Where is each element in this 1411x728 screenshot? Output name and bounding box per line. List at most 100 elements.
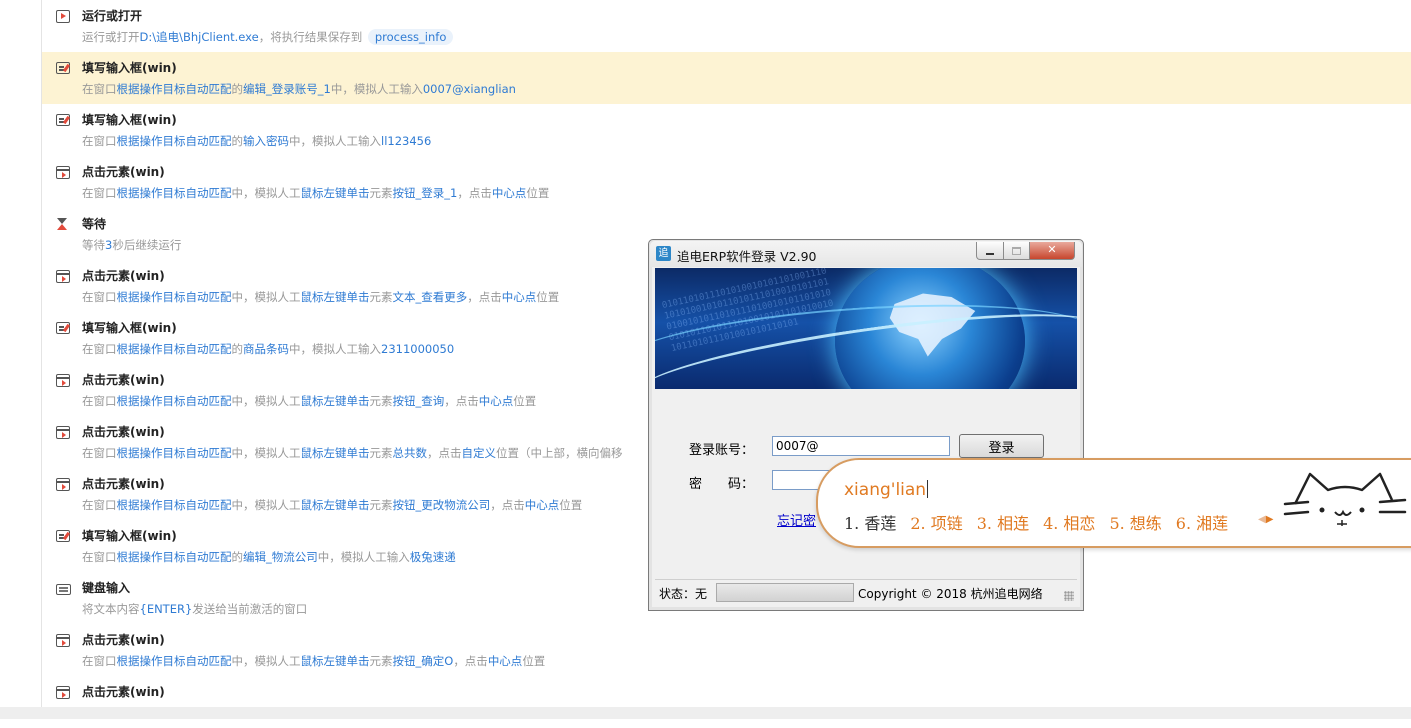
click-element-icon [56,270,72,284]
edit-input-icon [56,114,72,128]
step-text: 等待 [82,238,105,252]
maximize-button[interactable] [1003,242,1030,260]
step-param: 根据操作目标自动匹配 [116,342,232,356]
step-text: ，将执行结果保存到 [258,30,366,44]
step-param: 中心点 [478,394,514,408]
step-param: 根据操作目标自动匹配 [116,550,232,564]
result-variable-pill[interactable]: process_info [367,29,454,45]
step-title: 填写输入框(win) [82,529,177,543]
step-param: 按钮_更改物流公司 [392,498,491,512]
step-param: 根据操作目标自动匹配 [116,134,232,148]
step-title: 等待 [82,217,107,231]
step-description: 在窗口根据操作目标自动匹配的编辑_登录账号_1中，模拟人工输入0007@xian… [82,81,516,97]
login-banner-image: 0101101011101010010101101001110101010010… [655,268,1077,389]
step-param: 根据操作目标自动匹配 [116,446,232,460]
step-param: 2311000050 [381,342,455,356]
step-text: 中，模拟人工 [231,186,301,200]
step-param: ll123456 [381,134,432,148]
step-description: 在窗口根据操作目标自动匹配的输入密码中，模拟人工输入ll123456 [82,133,431,149]
step-text: 位置 [522,654,546,668]
dialog-title: 追电ERP软件登录 V2.90 [677,249,817,264]
ime-composition: xiang'lian [844,480,929,500]
dialog-titlebar[interactable]: 追 追电ERP软件登录 V2.90 [650,241,1082,267]
step-text: 元素 [369,498,393,512]
step-param: 编辑_登录账号_1 [243,82,331,96]
ime-candidate[interactable]: 1. 香莲 [844,510,896,534]
flow-step[interactable]: 填写输入框(win) 在窗口根据操作目标自动匹配的编辑_登录账号_1中，模拟人工输… [42,52,1411,104]
edit-input-icon [56,322,72,336]
step-param: 中心点 [487,654,523,668]
step-param: 按钮_查询 [392,394,445,408]
ime-candidate-window: xiang'lian 1. 香莲 2. 项链 3. 相连 4. 相恋 5. 想练 6. 湘… [816,458,1411,548]
step-description: 在窗口根据操作目标自动匹配中，模拟人工鼠标左键单击元素按钮_更改物流公司，点击中… [82,497,582,513]
step-param: 编辑_物流公司 [243,550,318,564]
step-description: 在窗口根据操作目标自动匹配中，模拟人工鼠标左键单击元素文本_查看更多，点击中心点… [82,289,559,305]
step-title: 填写输入框(win) [82,113,177,127]
step-param: 商品条码 [243,342,289,356]
password-label: 密 码： [689,477,755,492]
click-element-icon [56,686,72,700]
edit-input-icon [56,530,72,544]
ime-candidate[interactable]: 6. 湘莲 [1176,510,1228,534]
step-text: 中，模拟人工 [231,394,301,408]
copyright-text: Copyright © 2018 杭州追电网络 [858,587,1043,601]
step-text: 运行或打开 [82,30,140,44]
step-param: 按钮_登录_1 [392,186,458,200]
flow-step[interactable]: 运行或打开 运行或打开D:\追电\BhjClient.exe，将执行结果保存到 p… [42,0,1411,52]
step-text: 位置 [513,394,537,408]
flow-step[interactable]: 点击元素(win) 在窗口根据操作目标自动匹配中，模拟人工鼠标左键单击元素按钮_确… [42,624,1411,676]
step-text: 元素 [369,394,393,408]
ime-prev-page-icon[interactable]: ◀ [1258,514,1266,525]
step-description: 将文本内容{ENTER}发送给当前激活的窗口 [82,601,307,617]
step-text: 将文本内容 [82,602,140,616]
step-param: 根据操作目标自动匹配 [116,82,232,96]
step-text: 的 [231,134,244,148]
ime-next-page-icon[interactable]: ▶ [1266,514,1274,525]
ime-page-nav: ◀▶ [1258,514,1273,525]
step-text: 在窗口 [82,446,117,460]
ime-candidate-list: 1. 香莲 2. 项链 3. 相连 4. 相恋 5. 想练 6. 湘莲 [844,510,1242,534]
step-text: 的 [231,82,244,96]
click-element-icon [56,634,72,648]
flow-step[interactable]: 填写输入框(win) 在窗口根据操作目标自动匹配的输入密码中，模拟人工输入ll12… [42,104,1411,156]
account-input[interactable] [772,436,950,456]
login-dialog: 追 追电ERP软件登录 V2.90 0101101011101010010101… [648,239,1084,611]
step-param: 中心点 [501,290,537,304]
ime-candidate[interactable]: 3. 相连 [977,510,1029,534]
keyboard-icon [56,582,72,596]
step-description: 运行或打开D:\追电\BhjClient.exe，将执行结果保存到 proces… [82,29,454,45]
status-text: 状态：无 [659,587,708,601]
app-icon: 追 [656,246,671,261]
step-param: 根据操作目标自动匹配 [116,498,232,512]
step-param: 0007@xianglian [422,82,516,96]
run-icon [56,10,72,24]
step-param: D:\追电\BhjClient.exe [139,30,259,44]
step-param: 鼠标左键单击 [300,654,370,668]
step-text: 元素 [369,446,393,460]
ime-candidate[interactable]: 5. 想练 [1109,510,1161,534]
step-title: 点击元素(win) [82,477,165,491]
step-title: 点击元素(win) [82,373,165,387]
flow-step[interactable]: 点击元素(win) 在窗口根据操作目标自动匹配中，模拟人工鼠标左键单击元素按钮_登… [42,156,1411,208]
step-text: 发送给当前激活的窗口 [192,602,308,616]
horizontal-scrollbar[interactable] [0,707,1411,719]
step-text: 的 [231,550,244,564]
step-text: 中，模拟人工 [231,498,301,512]
minimize-button[interactable] [976,242,1004,260]
step-text: ，点击 [490,498,525,512]
resize-grip-icon[interactable] [1064,591,1074,601]
login-button[interactable]: 登录 [959,434,1044,458]
step-text: 位置 [536,290,560,304]
step-text: 元素 [369,654,393,668]
ime-candidate[interactable]: 4. 相恋 [1043,510,1095,534]
flow-step[interactable]: 点击元素(win) [42,676,1411,728]
click-element-icon [56,478,72,492]
step-title: 填写输入框(win) [82,61,177,75]
step-title: 键盘输入 [82,581,131,595]
close-button[interactable] [1029,242,1075,260]
step-title: 点击元素(win) [82,269,165,283]
step-text: 秒后继续运行 [112,238,182,252]
forgot-password-link[interactable]: 忘记密 [777,510,816,529]
step-text: 中，模拟人工 [231,654,301,668]
ime-candidate[interactable]: 2. 项链 [910,510,962,534]
